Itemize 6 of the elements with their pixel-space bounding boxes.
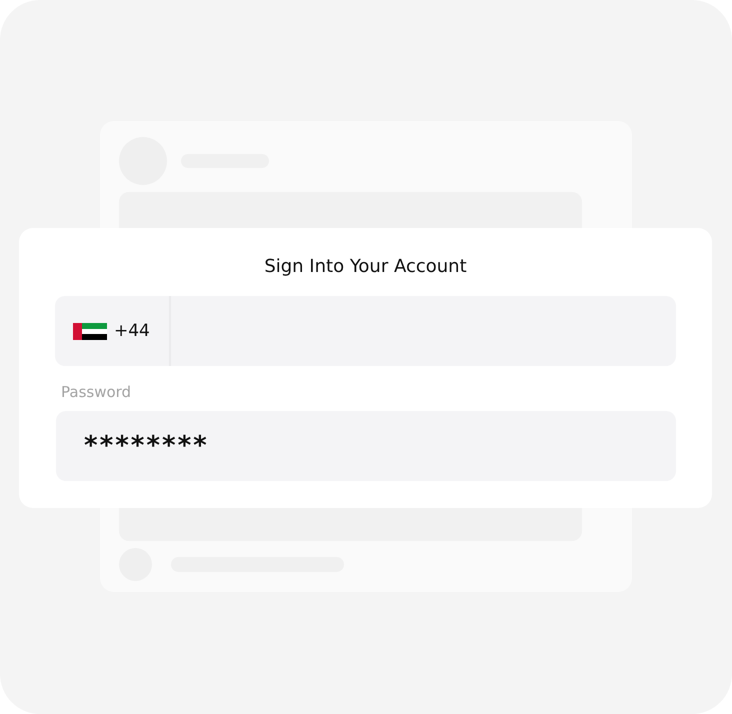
phone-field[interactable]: +44 [55, 296, 676, 366]
country-code-selector[interactable]: +44 [55, 296, 171, 366]
dialog-title: Sign Into Your Account [263, 255, 468, 279]
password-field[interactable]: ******** [56, 411, 676, 481]
password-label: Password [61, 382, 132, 402]
flag-icon [73, 322, 107, 340]
